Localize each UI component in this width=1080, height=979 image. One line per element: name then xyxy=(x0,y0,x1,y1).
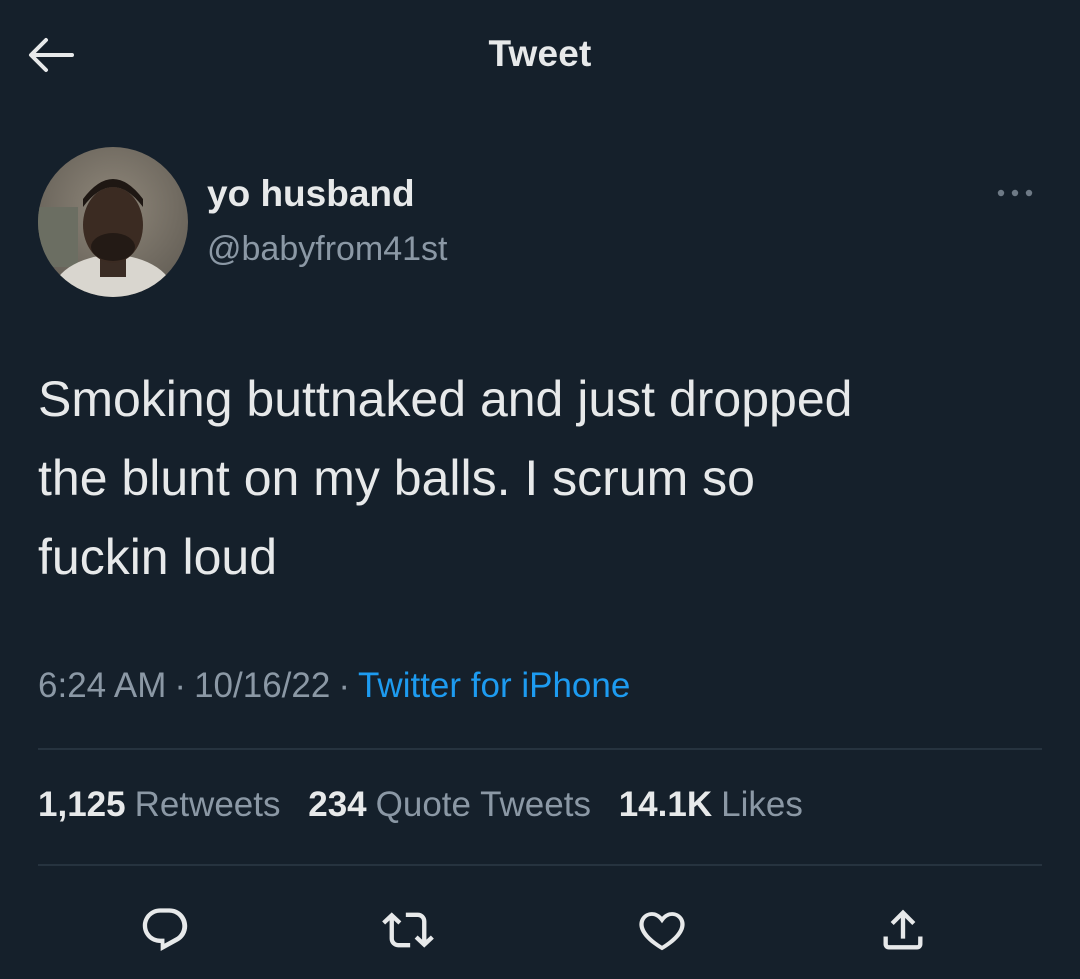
retweet-button[interactable] xyxy=(373,895,443,965)
top-bar: Tweet xyxy=(0,0,1080,110)
likes-label: Likes xyxy=(721,785,803,824)
meta-separator: · xyxy=(338,666,350,705)
reply-button[interactable] xyxy=(130,895,200,965)
like-button[interactable] xyxy=(627,895,697,965)
likes-count: 14.1K xyxy=(618,785,713,824)
divider xyxy=(38,864,1042,866)
quote-tweets-count: 234 xyxy=(308,785,367,824)
retweet-icon xyxy=(382,912,434,948)
divider xyxy=(38,748,1042,750)
tweet-metadata: 6:24 AM · 10/16/22 · Twitter for iPhone xyxy=(38,666,630,706)
like-icon xyxy=(639,912,685,951)
retweets-count: 1,125 xyxy=(38,785,126,824)
tweet-date: 10/16/22 xyxy=(194,666,331,705)
page-title: Tweet xyxy=(488,33,592,74)
likes-stat[interactable]: 14.1K Likes xyxy=(619,785,803,824)
retweets-stat[interactable]: 1,125 Retweets xyxy=(38,785,281,824)
tweet-stats: 1,125 Retweets 234 Quote Tweets 14.1K Likes xyxy=(38,785,821,825)
reply-icon xyxy=(142,908,188,952)
tweet-source-link[interactable]: Twitter for iPhone xyxy=(358,666,630,705)
more-options-button[interactable] xyxy=(985,178,1045,208)
meta-separator: · xyxy=(174,666,187,705)
author-handle[interactable]: @babyfrom41st xyxy=(207,230,448,269)
avatar[interactable] xyxy=(38,147,188,297)
action-bar xyxy=(0,895,1080,965)
share-icon xyxy=(883,909,923,950)
retweets-label: Retweets xyxy=(134,785,281,824)
more-icon xyxy=(997,189,1033,197)
quote-tweets-label: Quote Tweets xyxy=(375,785,591,824)
tweet-text: Smoking buttnaked and just dropped the b… xyxy=(38,371,853,585)
share-button[interactable] xyxy=(868,895,938,965)
avatar-image xyxy=(38,147,188,297)
quote-tweets-stat[interactable]: 234 Quote Tweets xyxy=(308,785,591,824)
tweet-time: 6:24 AM xyxy=(38,666,167,705)
author-display-name[interactable]: yo husband xyxy=(207,173,415,215)
